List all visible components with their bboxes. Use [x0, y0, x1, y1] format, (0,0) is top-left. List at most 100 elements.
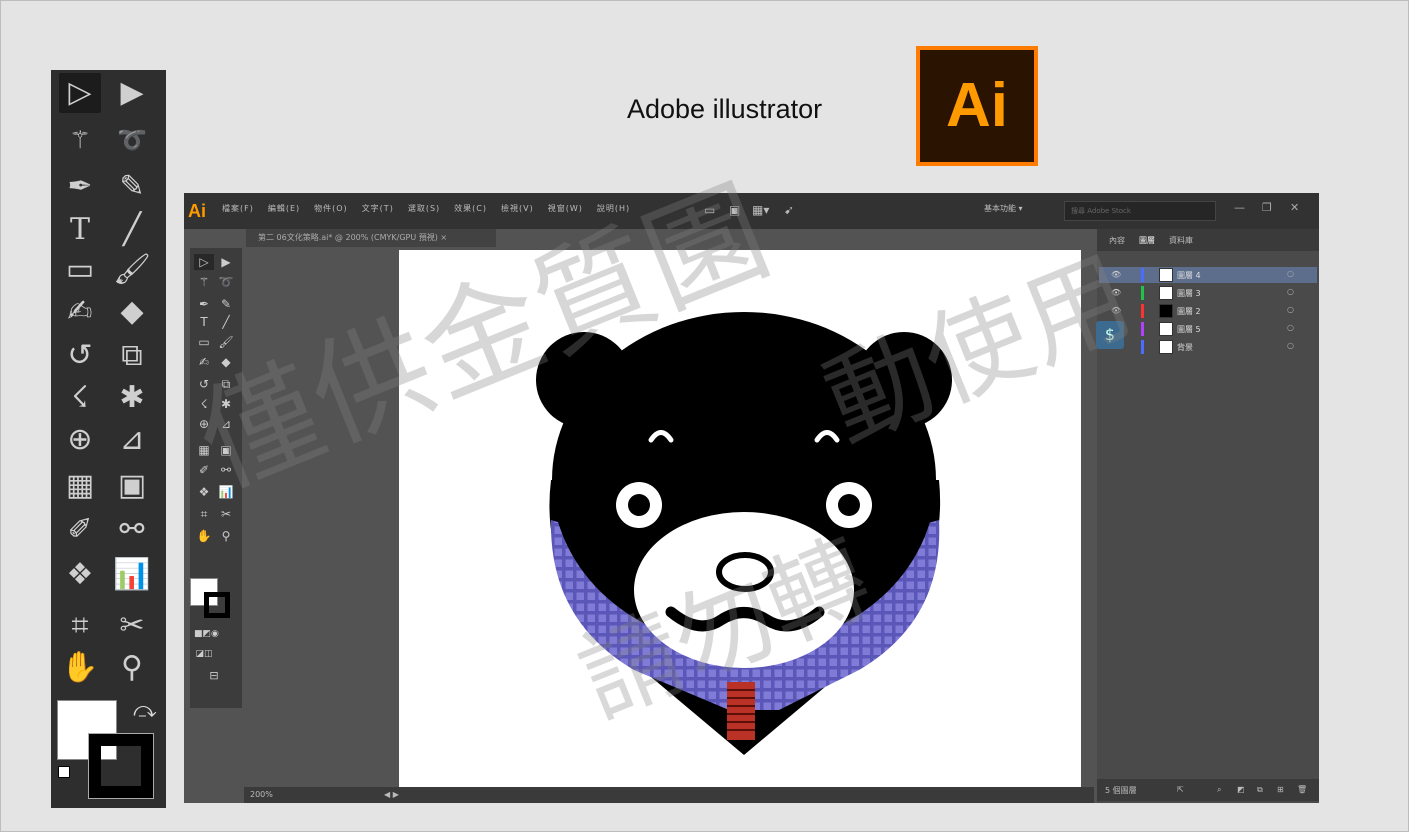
clipping-mask-icon[interactable]: ◩ [1237, 785, 1245, 794]
slice-tool-icon[interactable]: ✂ [111, 606, 153, 646]
mini-eyedropper-tool-icon[interactable]: ✐ [194, 462, 214, 478]
mini-direct-selection-tool-icon[interactable]: ▶ [216, 254, 236, 270]
symbol-sprayer-tool-icon[interactable]: ❖ [59, 555, 101, 595]
mesh-tool-icon[interactable]: ▦ [59, 466, 101, 506]
layer-name[interactable]: 圖層 5 [1177, 324, 1201, 335]
mini-line-tool-icon[interactable]: ╱ [216, 314, 236, 330]
mini-magic-wand-tool-icon[interactable]: ⚚ [194, 274, 214, 290]
mini-pen-tool-icon[interactable]: ✒ [194, 296, 214, 312]
shape-builder-tool-icon[interactable]: ⊕ [59, 420, 101, 460]
search-placeholder: 搜尋 Adobe Stock [1071, 207, 1131, 215]
locate-object-icon[interactable]: ⌕ [1217, 785, 1221, 795]
default-colors-icon[interactable] [58, 766, 70, 778]
new-sublayer-icon[interactable]: ⧉ [1257, 785, 1263, 795]
mini-artboard-tool-icon[interactable]: ⌗ [194, 506, 214, 522]
layer-target-icon[interactable]: ○ [1287, 269, 1294, 278]
blend-tool-icon[interactable]: ⚯ [111, 510, 153, 550]
tab-properties[interactable]: 內容 [1109, 235, 1125, 246]
export-icon[interactable]: ⇱ [1177, 785, 1184, 794]
menu-select[interactable]: 選取(S) [408, 203, 440, 214]
layer-row[interactable]: 👁 圖層 4 ○ [1099, 267, 1317, 283]
mini-lasso-tool-icon[interactable]: ➰ [216, 274, 236, 290]
layer-row[interactable]: 👁 圖層 3 ○ [1099, 285, 1317, 301]
layer-color-bar [1141, 286, 1144, 300]
artboard-tool-icon[interactable]: ⌗ [59, 606, 101, 646]
type-tool-icon[interactable]: T [59, 210, 101, 250]
rotate-tool-icon[interactable]: ↺ [59, 336, 101, 376]
draw-mode-icons[interactable]: ◪◫ [194, 646, 214, 662]
direct-selection-tool-icon[interactable]: ▶ [111, 73, 153, 113]
shaper-tool-icon[interactable]: ✍ [59, 292, 101, 332]
layer-color-bar [1141, 268, 1144, 282]
layer-thumbnail [1159, 340, 1173, 354]
pen-tool-icon[interactable]: ✒ [59, 167, 101, 207]
menu-view[interactable]: 檢視(V) [501, 203, 534, 214]
layer-color-bar [1141, 304, 1144, 318]
menu-effect[interactable]: 效果(C) [454, 203, 487, 214]
magic-wand-tool-icon[interactable]: ⚚ [59, 120, 101, 160]
color-mode-icons[interactable]: ■◩◉ [194, 626, 219, 642]
layer-name[interactable]: 背景 [1177, 342, 1193, 353]
swap-fill-stroke-icon[interactable]: ⤼ [133, 698, 157, 723]
curvature-tool-icon[interactable]: ✎ [111, 167, 153, 207]
new-layer-icon[interactable]: ⊞ [1277, 785, 1284, 794]
layer-name[interactable]: 圖層 4 [1177, 270, 1201, 281]
layer-name[interactable]: 圖層 2 [1177, 306, 1201, 317]
gpu-performance-icon[interactable]: ➹ [784, 203, 794, 217]
illustrator-logo: Ai [916, 46, 1038, 166]
status-bar: 200% ◀ ▶ [244, 787, 1094, 803]
menu-type[interactable]: 文字(T) [362, 203, 394, 214]
layer-thumbnail [1159, 268, 1173, 282]
hand-tool-icon[interactable]: ✋ [59, 648, 101, 688]
tab-libraries[interactable]: 資料庫 [1169, 235, 1193, 246]
warp-tool-icon[interactable]: ☇ [59, 378, 101, 418]
screen-mode-icon[interactable]: ⊟ [204, 668, 224, 684]
gradient-tool-icon[interactable]: ▣ [111, 466, 153, 506]
layer-target-icon[interactable]: ○ [1287, 287, 1294, 296]
puppet-warp-tool-icon[interactable]: ✱ [111, 378, 153, 418]
delete-layer-icon[interactable]: 🗑 [1297, 785, 1307, 794]
layer-name[interactable]: 圖層 3 [1177, 288, 1201, 299]
eyedropper-tool-icon[interactable]: ✐ [59, 510, 101, 550]
restore-icon[interactable]: ❐ [1262, 201, 1272, 214]
mini-curvature-tool-icon[interactable]: ✎ [216, 296, 236, 312]
eraser-tool-icon[interactable]: ◆ [111, 292, 153, 332]
menu-file[interactable]: 檔案(F) [222, 203, 254, 214]
tab-layers[interactable]: 圖層 [1139, 235, 1155, 246]
rectangle-tool-icon[interactable]: ▭ [59, 250, 101, 290]
app-icon: Ai [188, 201, 206, 221]
zoom-tool-icon[interactable]: ⚲ [111, 648, 153, 688]
perspective-grid-tool-icon[interactable]: ⊿ [111, 420, 153, 460]
paintbrush-tool-icon[interactable]: 🖌 [111, 250, 153, 290]
layer-target-icon[interactable]: ○ [1287, 341, 1294, 350]
menu-edit[interactable]: 編輯(E) [268, 203, 300, 214]
panel-tab-bar: 內容 圖層 資料庫 [1097, 229, 1319, 251]
brand-label: Adobe illustrator [627, 94, 823, 124]
stroke-color-swatch[interactable] [88, 733, 154, 799]
scale-tool-icon[interactable]: ⧉ [111, 336, 153, 376]
line-tool-icon[interactable]: ╱ [111, 210, 153, 250]
selection-tool-icon[interactable]: ▷ [59, 73, 101, 113]
mini-type-tool-icon[interactable]: T [194, 314, 214, 330]
layer-thumbnail [1159, 322, 1173, 336]
mini-zoom-tool-icon[interactable]: ⚲ [216, 528, 236, 544]
mini-stroke-swatch[interactable] [204, 592, 230, 618]
menu-object[interactable]: 物件(O) [314, 203, 348, 214]
mini-selection-tool-icon[interactable]: ▷ [194, 254, 214, 270]
artboard-nav-icons[interactable]: ◀ ▶ [384, 790, 399, 799]
layer-thumbnail [1159, 304, 1173, 318]
tools-panel: ▷ ▶ ⚚ ➰ ✒ ✎ T ╱ ▭ 🖌 ✍ ◆ ↺ ⧉ ☇ ✱ ⊕ ⊿ ▦ ▣ … [51, 70, 166, 808]
layer-target-icon[interactable]: ○ [1287, 305, 1294, 314]
mini-symbol-sprayer-tool-icon[interactable]: ❖ [194, 484, 214, 500]
layers-panel-footer: 5 個圖層 ⇱ ⌕ ◩ ⧉ ⊞ 🗑 [1097, 779, 1319, 801]
graph-tool-icon[interactable]: 📊 [111, 555, 153, 595]
zoom-level[interactable]: 200% [250, 790, 273, 799]
workspace-switcher[interactable]: 基本功能 ▾ [984, 203, 1023, 214]
lasso-tool-icon[interactable]: ➰ [111, 120, 153, 160]
close-icon[interactable]: ✕ [1290, 201, 1299, 214]
layer-thumbnail [1159, 286, 1173, 300]
layer-count: 5 個圖層 [1105, 786, 1137, 795]
mini-hand-tool-icon[interactable]: ✋ [194, 528, 214, 544]
layer-target-icon[interactable]: ○ [1287, 323, 1294, 332]
minimize-icon[interactable]: — [1234, 201, 1245, 214]
